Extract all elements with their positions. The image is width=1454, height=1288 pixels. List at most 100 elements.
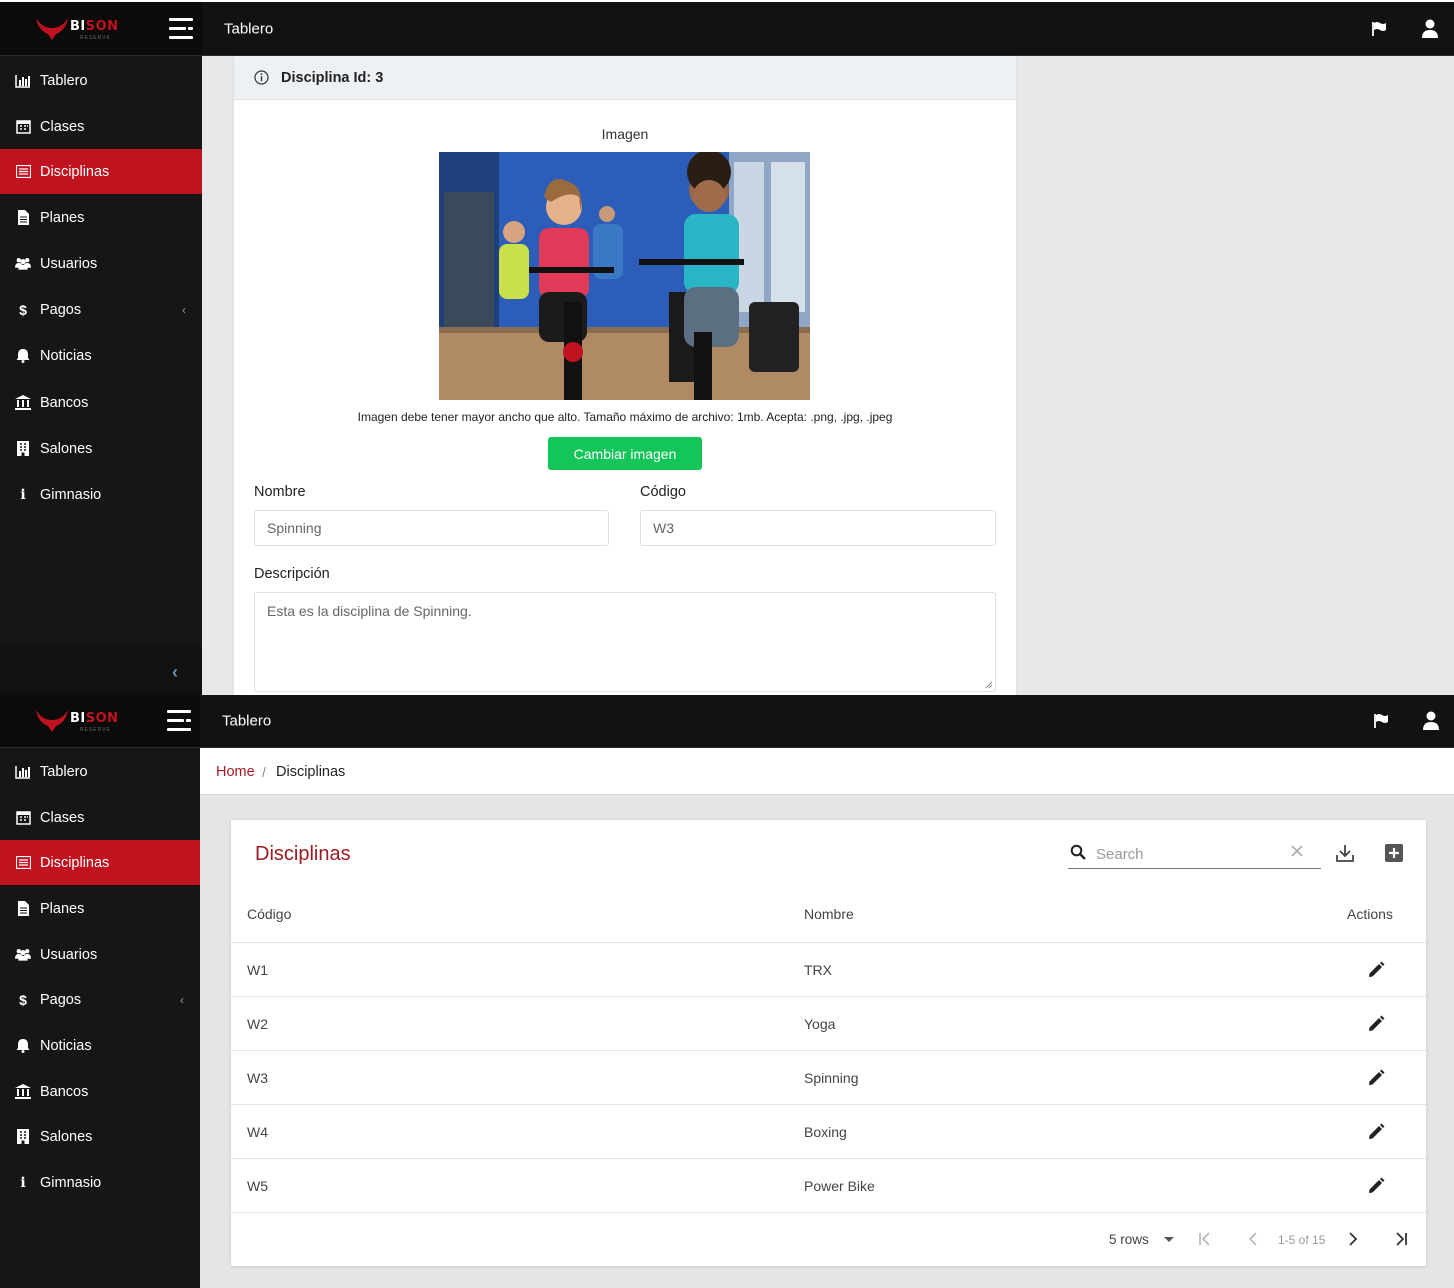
- sidebar-item-pagos[interactable]: $ Pagos ‹: [0, 287, 202, 332]
- list-icon: [15, 164, 31, 180]
- sidebar-item-noticias[interactable]: Noticias: [0, 333, 202, 378]
- sidebar-item-label: Disciplinas: [40, 854, 110, 871]
- last-page-icon[interactable]: [1393, 1231, 1409, 1247]
- sidebar-item-pagos[interactable]: $ Pagos ‹: [0, 977, 200, 1022]
- sidebar-item-bancos[interactable]: Bancos: [0, 380, 202, 425]
- sidebar-item-usuarios[interactable]: Usuarios: [0, 241, 202, 286]
- dropdown-arrow-icon[interactable]: [1164, 1237, 1174, 1242]
- sidebar-item-disciplinas[interactable]: Disciplinas: [0, 840, 200, 885]
- cell-nombre: Power Bike: [804, 1178, 875, 1194]
- bell-icon: [15, 348, 31, 364]
- page-title: Disciplinas: [255, 843, 351, 865]
- discipline-detail-card: Disciplina Id: 3 Imagen Imagen debe tene…: [234, 56, 1016, 695]
- table-row[interactable]: W5 Power Bike: [231, 1158, 1426, 1212]
- sidebar-item-salones[interactable]: Salones: [0, 426, 202, 471]
- sidebar-item-planes[interactable]: Planes: [0, 886, 200, 931]
- cell-nombre: Spinning: [804, 1070, 859, 1086]
- table-row[interactable]: W1 TRX: [231, 942, 1426, 996]
- sidebar-item-label: Gimnasio: [40, 1174, 102, 1191]
- info-circle-icon: [254, 70, 269, 85]
- bison-logo[interactable]: BISON RESERVE: [34, 706, 124, 736]
- edit-icon[interactable]: [1366, 1176, 1386, 1196]
- sidebar: Tablero Clases Disciplinas Planes Usuari…: [0, 748, 200, 1288]
- sidebar-item-bancos[interactable]: Bancos: [0, 1069, 200, 1114]
- chevron-left-icon: ‹: [180, 992, 184, 1007]
- search-input[interactable]: [1096, 843, 1286, 865]
- dollar-icon: $: [19, 301, 27, 318]
- column-header-nombre[interactable]: Nombre: [804, 906, 854, 922]
- table-row[interactable]: W4 Boxing: [231, 1104, 1426, 1158]
- prev-page-icon[interactable]: [1245, 1231, 1261, 1247]
- info-icon: i: [20, 486, 26, 503]
- sidebar-item-label: Tablero: [40, 72, 88, 89]
- sidebar-item-gimnasio[interactable]: i Gimnasio: [0, 1160, 200, 1205]
- sidebar-item-label: Disciplinas: [40, 163, 110, 180]
- sidebar-item-label: Noticias: [40, 347, 92, 364]
- image-label: Imagen: [601, 126, 649, 142]
- bell-icon: [15, 1038, 31, 1054]
- table-row[interactable]: W2 Yoga: [231, 996, 1426, 1050]
- sidebar-item-salones[interactable]: Salones: [0, 1114, 200, 1159]
- descripcion-textarea[interactable]: Esta es la disciplina de Spinning.: [254, 592, 996, 692]
- breadcrumb-home-link[interactable]: Home: [216, 764, 255, 780]
- sidebar-item-label: Bancos: [40, 1083, 89, 1100]
- sidebar-item-clases[interactable]: Clases: [0, 795, 200, 840]
- next-page-icon[interactable]: [1345, 1231, 1361, 1247]
- sidebar-item-label: Noticias: [40, 1037, 92, 1054]
- close-icon[interactable]: [1290, 844, 1304, 858]
- sidebar-item-label: Gimnasio: [40, 486, 102, 503]
- sidebar-item-clases[interactable]: Clases: [0, 104, 202, 149]
- menu-toggle-icon[interactable]: [169, 17, 195, 40]
- flag-icon[interactable]: [1371, 21, 1387, 37]
- sidebar-item-label: Pagos: [40, 991, 82, 1008]
- sidebar-item-disciplinas[interactable]: Disciplinas: [0, 149, 202, 194]
- cell-codigo: W3: [247, 1070, 268, 1086]
- descripcion-text: Esta es la disciplina de Spinning.: [267, 603, 472, 619]
- brand-area: BISON RESERVE: [0, 695, 200, 747]
- nombre-label: Nombre: [254, 484, 306, 500]
- sidebar-item-noticias[interactable]: Noticias: [0, 1023, 200, 1068]
- building-icon: [15, 441, 31, 457]
- resize-handle-icon[interactable]: [985, 681, 993, 689]
- codigo-field[interactable]: W3: [640, 510, 996, 546]
- sidebar-item-label: Pagos: [40, 301, 82, 318]
- bank-icon: [15, 395, 31, 411]
- sidebar-item-label: Planes: [40, 900, 85, 917]
- first-page-icon[interactable]: [1197, 1231, 1213, 1247]
- user-icon[interactable]: [1422, 711, 1440, 731]
- header-title: Tablero: [224, 20, 274, 37]
- column-header-codigo[interactable]: Código: [247, 906, 291, 922]
- sidebar-item-planes[interactable]: Planes: [0, 195, 202, 240]
- cell-codigo: W1: [247, 962, 268, 978]
- breadcrumb: Home / Disciplinas: [200, 748, 1454, 795]
- sidebar-item-tablero[interactable]: Tablero: [0, 749, 200, 794]
- sidebar-item-gimnasio[interactable]: i Gimnasio: [0, 472, 202, 517]
- menu-toggle-icon[interactable]: [167, 710, 193, 732]
- users-icon: [15, 256, 31, 272]
- change-image-button[interactable]: Cambiar imagen: [548, 437, 702, 470]
- nombre-field[interactable]: Spinning: [254, 510, 609, 546]
- sidebar-item-label: Clases: [40, 118, 85, 135]
- image-hint: Imagen debe tener mayor ancho que alto. …: [357, 410, 893, 424]
- flag-icon[interactable]: [1373, 713, 1389, 729]
- edit-icon[interactable]: [1366, 1122, 1386, 1142]
- sidebar-collapse-button[interactable]: ‹: [0, 645, 202, 695]
- user-icon[interactable]: [1421, 19, 1439, 39]
- rows-per-page-select[interactable]: 5 rows: [1109, 1232, 1149, 1247]
- cell-codigo: W5: [247, 1178, 268, 1194]
- list-icon: [15, 855, 31, 871]
- download-icon[interactable]: [1335, 843, 1355, 863]
- bar-chart-icon: [15, 764, 31, 780]
- table-row[interactable]: W3 Spinning: [231, 1050, 1426, 1104]
- edit-icon[interactable]: [1366, 960, 1386, 980]
- sidebar-item-usuarios[interactable]: Usuarios: [0, 932, 200, 977]
- bison-logo[interactable]: BISON RESERVE: [34, 14, 124, 44]
- search-box: [1068, 839, 1321, 869]
- edit-icon[interactable]: [1366, 1014, 1386, 1034]
- edit-icon[interactable]: [1366, 1068, 1386, 1088]
- sidebar-item-tablero[interactable]: Tablero: [0, 58, 202, 103]
- add-box-icon[interactable]: [1384, 843, 1404, 863]
- top-bar: BISON RESERVE Tablero: [0, 0, 1454, 56]
- codigo-label: Código: [640, 484, 686, 500]
- card-header: Disciplina Id: 3: [234, 56, 1016, 100]
